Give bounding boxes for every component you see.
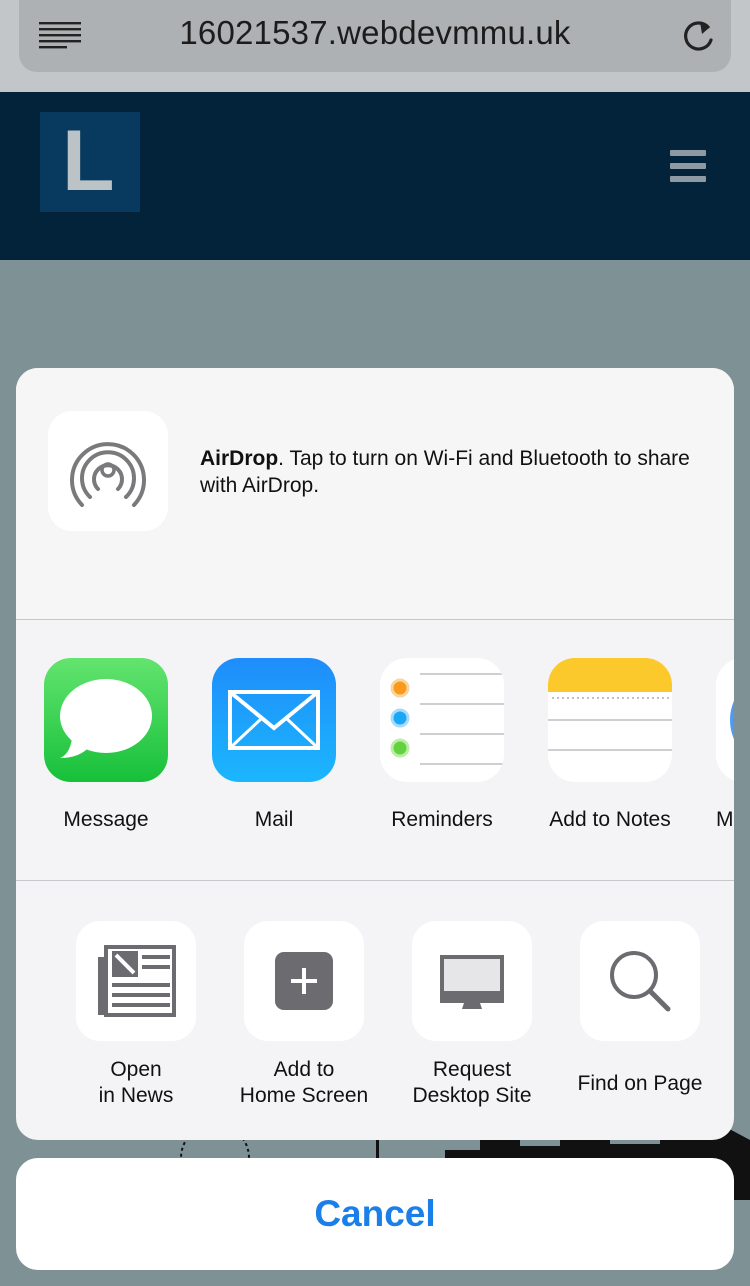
airdrop-icon <box>70 442 146 507</box>
cancel-button[interactable]: Cancel <box>16 1158 734 1270</box>
add-icon <box>244 921 364 1041</box>
app-label: Mail <box>254 808 294 831</box>
desktop-icon <box>412 921 532 1041</box>
messages-icon <box>44 658 168 782</box>
logo-letter: L <box>62 113 115 209</box>
app-label: Add to Notes <box>549 808 671 831</box>
action-label-line2: in News <box>98 1084 174 1107</box>
action-label: Request Desktop Site <box>392 1057 552 1109</box>
app-label: Message <box>63 808 149 831</box>
action-label-line1: Request <box>432 1058 512 1081</box>
action-label-line2: Home Screen <box>239 1084 369 1107</box>
browser-toolbar: 16021537.webdevmmu.uk <box>0 0 750 92</box>
hamburger-menu-icon[interactable] <box>670 150 706 182</box>
action-request-desktop-site[interactable]: Request Desktop Site <box>392 921 552 1109</box>
action-label: Open in News <box>56 1057 216 1109</box>
app-label: M <box>716 808 734 831</box>
app-label: Reminders <box>391 808 493 831</box>
address-bar[interactable]: 16021537.webdevmmu.uk <box>19 0 731 72</box>
app-notes[interactable]: Add to Notes <box>548 658 672 832</box>
more-app-icon <box>716 658 734 782</box>
url-text[interactable]: 16021537.webdevmmu.uk <box>19 14 731 52</box>
app-more[interactable]: M <box>716 658 734 832</box>
app-reminders[interactable]: Reminders <box>380 658 504 832</box>
action-label-line1: Open <box>110 1058 162 1081</box>
airdrop-section[interactable]: AirDrop. Tap to turn on Wi-Fi and Blueto… <box>16 368 734 619</box>
action-partial[interactable] <box>16 921 36 1041</box>
share-actions-row[interactable]: Open in News Add to Home Screen Request … <box>16 881 734 1140</box>
action-open-in-news[interactable]: Open in News <box>56 921 216 1109</box>
site-logo[interactable]: L <box>40 112 140 212</box>
reminders-icon <box>380 658 504 782</box>
site-header: L <box>0 92 750 260</box>
reload-icon[interactable] <box>681 18 715 54</box>
action-label-line1: Add to <box>273 1058 335 1081</box>
app-message[interactable]: Message <box>44 658 168 832</box>
action-add-to-home-screen[interactable]: Add to Home Screen <box>224 921 384 1109</box>
action-label-line1: Find on Page <box>577 1072 703 1095</box>
app-mail[interactable]: Mail <box>212 658 336 832</box>
action-label: Find on Page <box>560 1071 720 1097</box>
action-label-line2: Desktop Site <box>412 1084 532 1107</box>
news-icon <box>76 921 196 1041</box>
mail-icon <box>212 658 336 782</box>
search-icon <box>580 921 700 1041</box>
share-sheet: AirDrop. Tap to turn on Wi-Fi and Blueto… <box>16 368 734 1140</box>
airdrop-description: AirDrop. Tap to turn on Wi-Fi and Blueto… <box>200 445 710 499</box>
airdrop-title: AirDrop <box>200 447 279 470</box>
airdrop-tile[interactable] <box>48 411 168 531</box>
action-find-on-page[interactable]: Find on Page <box>560 921 720 1097</box>
action-label: Add to Home Screen <box>224 1057 384 1109</box>
notes-icon <box>548 658 672 782</box>
share-apps-row[interactable]: Message Mail Reminders Add to Notes M <box>16 620 734 880</box>
